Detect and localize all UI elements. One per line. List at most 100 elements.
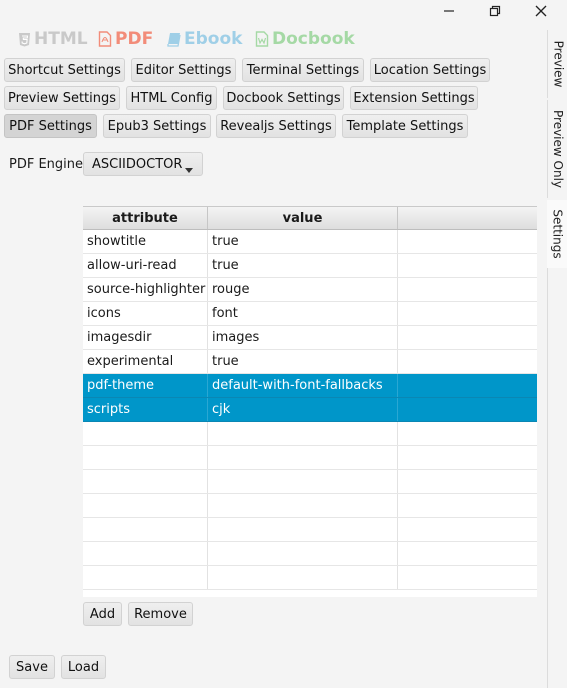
table-row[interactable]: showtitle true bbox=[83, 230, 537, 254]
cell-filler bbox=[398, 254, 537, 277]
tab-template-settings[interactable]: Template Settings bbox=[342, 114, 468, 138]
cell-value[interactable] bbox=[208, 470, 398, 493]
cell-value[interactable] bbox=[208, 566, 398, 589]
tab-epub3-settings[interactable]: Epub3 Settings bbox=[103, 114, 211, 138]
cell-value[interactable]: true bbox=[208, 230, 398, 253]
cell-value[interactable] bbox=[208, 446, 398, 469]
cell-value[interactable]: default-with-font-fallbacks bbox=[208, 374, 398, 397]
side-tab-preview-only-label: Preview Only bbox=[551, 109, 566, 189]
cell-attribute[interactable] bbox=[83, 542, 208, 565]
cell-attribute[interactable]: scripts bbox=[83, 398, 208, 421]
format-pdf[interactable]: PDF bbox=[98, 28, 153, 50]
cell-value[interactable] bbox=[208, 494, 398, 517]
cell-attribute[interactable]: pdf-theme bbox=[83, 374, 208, 397]
cell-filler bbox=[398, 518, 537, 541]
cell-attribute[interactable]: imagesdir bbox=[83, 326, 208, 349]
cell-attribute[interactable] bbox=[83, 470, 208, 493]
cell-attribute[interactable]: experimental bbox=[83, 350, 208, 373]
cell-value[interactable]: true bbox=[208, 254, 398, 277]
pdf-file-icon bbox=[98, 31, 112, 47]
table-row[interactable]: allow-uri-read true bbox=[83, 254, 537, 278]
save-button[interactable]: Save bbox=[9, 655, 55, 679]
html5-icon bbox=[18, 32, 31, 47]
cell-attribute[interactable] bbox=[83, 566, 208, 589]
table-row-empty[interactable] bbox=[83, 518, 537, 542]
tab-extension-settings[interactable]: Extension Settings bbox=[350, 86, 478, 110]
table-row[interactable]: source-highlighter rouge bbox=[83, 278, 537, 302]
restore-button[interactable] bbox=[472, 0, 518, 22]
table-row-empty[interactable] bbox=[83, 446, 537, 470]
cell-filler bbox=[398, 230, 537, 253]
cell-value[interactable]: images bbox=[208, 326, 398, 349]
cell-attribute[interactable]: icons bbox=[83, 302, 208, 325]
tab-location-settings[interactable]: Location Settings bbox=[370, 58, 490, 82]
table-row-empty[interactable] bbox=[83, 422, 537, 446]
cell-filler bbox=[398, 350, 537, 373]
side-tab-settings-label: Settings bbox=[551, 209, 565, 259]
side-tab-settings[interactable]: Settings bbox=[547, 200, 567, 268]
table-header: attribute value bbox=[83, 207, 537, 230]
table-row-empty[interactable] bbox=[83, 470, 537, 494]
cell-attribute[interactable]: allow-uri-read bbox=[83, 254, 208, 277]
cell-attribute[interactable] bbox=[83, 446, 208, 469]
table-row[interactable]: icons font bbox=[83, 302, 537, 326]
format-html-label: HTML bbox=[34, 29, 88, 49]
column-header-attribute[interactable]: attribute bbox=[83, 207, 208, 229]
cell-attribute[interactable]: source-highlighter bbox=[83, 278, 208, 301]
cell-filler bbox=[398, 566, 537, 589]
close-button[interactable] bbox=[518, 0, 564, 22]
minimize-button[interactable] bbox=[426, 0, 472, 22]
side-tab-preview-only[interactable]: Preview Only bbox=[547, 100, 567, 198]
cell-filler bbox=[398, 470, 537, 493]
column-header-value[interactable]: value bbox=[208, 207, 398, 229]
table-row[interactable]: experimental true bbox=[83, 350, 537, 374]
format-docbook[interactable]: Docbook bbox=[255, 28, 355, 50]
table-row[interactable]: imagesdir images bbox=[83, 326, 537, 350]
table-row-empty[interactable] bbox=[83, 542, 537, 566]
cell-filler bbox=[398, 278, 537, 301]
cell-attribute[interactable] bbox=[83, 494, 208, 517]
tab-pdf-settings[interactable]: PDF Settings bbox=[4, 114, 97, 138]
cell-filler bbox=[398, 542, 537, 565]
tab-preview-settings[interactable]: Preview Settings bbox=[4, 86, 120, 110]
docbook-file-icon bbox=[255, 31, 269, 47]
format-ebook[interactable]: Ebook bbox=[167, 28, 242, 50]
cell-value[interactable] bbox=[208, 422, 398, 445]
cell-value[interactable]: font bbox=[208, 302, 398, 325]
format-docbook-label: Docbook bbox=[272, 29, 355, 49]
pdf-engine-label: PDF Engine bbox=[9, 156, 84, 172]
cell-attribute[interactable] bbox=[83, 518, 208, 541]
side-tab-preview[interactable]: Preview bbox=[547, 30, 567, 98]
tab-editor-settings[interactable]: Editor Settings bbox=[131, 58, 236, 82]
side-divider bbox=[547, 268, 548, 688]
tab-shortcut-settings[interactable]: Shortcut Settings bbox=[4, 58, 125, 82]
pdf-engine-select[interactable]: ASCIIDOCTOR bbox=[83, 152, 203, 176]
cell-filler bbox=[398, 422, 537, 445]
table-row[interactable]: scripts cjk bbox=[83, 398, 537, 422]
remove-row-button[interactable]: Remove bbox=[128, 602, 193, 626]
table-row-empty[interactable] bbox=[83, 494, 537, 518]
tab-docbook-settings[interactable]: Docbook Settings bbox=[223, 86, 344, 110]
table-row[interactable]: pdf-theme default-with-font-fallbacks bbox=[83, 374, 537, 398]
format-pdf-label: PDF bbox=[115, 29, 154, 49]
attributes-table[interactable]: attribute value showtitle true allow-uri-r… bbox=[83, 206, 537, 597]
format-html[interactable]: HTML bbox=[18, 28, 88, 50]
cell-value[interactable]: cjk bbox=[208, 398, 398, 421]
cell-attribute[interactable]: showtitle bbox=[83, 230, 208, 253]
cell-value[interactable]: rouge bbox=[208, 278, 398, 301]
cell-filler bbox=[398, 494, 537, 517]
tab-revealjs-settings[interactable]: Revealjs Settings bbox=[216, 114, 336, 138]
cell-value[interactable] bbox=[208, 542, 398, 565]
tab-terminal-settings[interactable]: Terminal Settings bbox=[242, 58, 364, 82]
minimize-icon bbox=[444, 10, 454, 12]
cell-value[interactable]: true bbox=[208, 350, 398, 373]
cell-value[interactable] bbox=[208, 518, 398, 541]
tab-html-config[interactable]: HTML Config bbox=[126, 86, 217, 110]
cell-filler bbox=[398, 326, 537, 349]
restore-icon bbox=[489, 5, 501, 17]
add-row-button[interactable]: Add bbox=[83, 602, 122, 626]
cell-attribute[interactable] bbox=[83, 422, 208, 445]
table-row-empty[interactable] bbox=[83, 566, 537, 590]
column-header-filler bbox=[398, 207, 537, 229]
load-button[interactable]: Load bbox=[61, 655, 106, 679]
